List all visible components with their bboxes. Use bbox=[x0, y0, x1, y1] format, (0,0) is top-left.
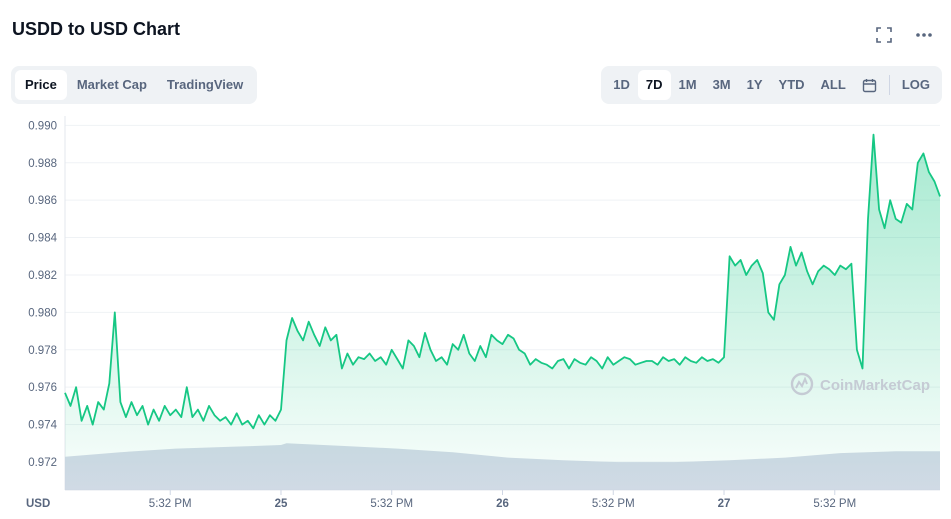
y-tick-label: 0.990 bbox=[28, 120, 57, 132]
y-tick-label: 0.986 bbox=[28, 195, 57, 207]
y-tick-label: 0.974 bbox=[28, 420, 57, 432]
y-tick-label: 0.982 bbox=[28, 270, 57, 282]
x-tick-label: 5:32 PM bbox=[592, 498, 635, 510]
price-chart[interactable]: 0.990 0.988 0.986 0.984 0.982 0.980 0.978 0.976… bbox=[0, 0, 951, 519]
currency-label: USD bbox=[26, 498, 50, 510]
y-tick-label: 0.978 bbox=[28, 345, 57, 357]
x-tick-label: 5:32 PM bbox=[149, 498, 192, 510]
x-axis: 5:32 PM 25 5:32 PM 26 5:32 PM 27 5:32 PM bbox=[149, 490, 856, 510]
y-tick-label: 0.984 bbox=[28, 233, 57, 245]
y-tick-label: 0.980 bbox=[28, 307, 57, 319]
y-axis: 0.990 0.988 0.986 0.984 0.982 0.980 0.978 0.976… bbox=[28, 120, 57, 469]
y-tick-label: 0.988 bbox=[28, 158, 57, 170]
x-tick-label: 26 bbox=[496, 498, 509, 510]
x-tick-label: 25 bbox=[275, 498, 288, 510]
y-tick-label: 0.972 bbox=[28, 457, 57, 469]
x-tick-label: 5:32 PM bbox=[813, 498, 856, 510]
x-tick-label: 5:32 PM bbox=[370, 498, 413, 510]
y-tick-label: 0.976 bbox=[28, 382, 57, 394]
x-tick-label: 27 bbox=[718, 498, 731, 510]
watermark-text: CoinMarketCap bbox=[820, 377, 930, 394]
